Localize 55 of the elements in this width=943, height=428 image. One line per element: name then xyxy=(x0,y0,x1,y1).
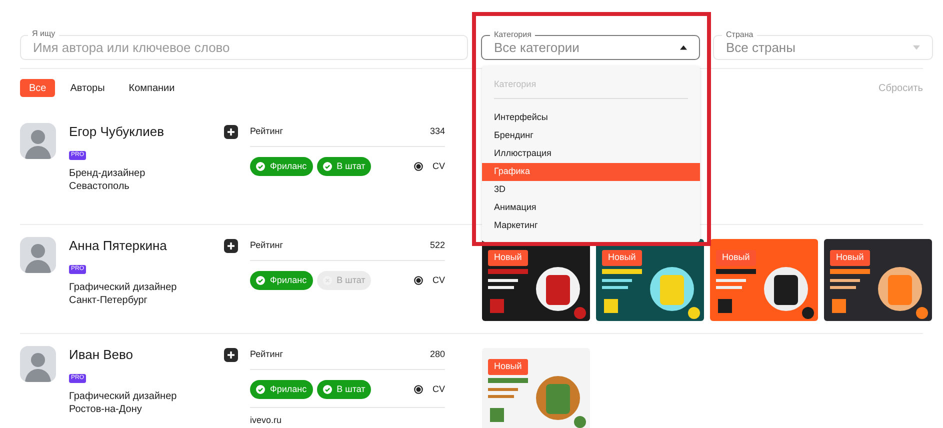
author-name[interactable]: Анна Пятеркина xyxy=(69,237,224,254)
field-label: Я ищу xyxy=(28,29,60,39)
author-city: Ростов-на-Дону xyxy=(69,403,143,416)
new-badge: Новый xyxy=(602,250,642,266)
cv-label[interactable]: CV xyxy=(432,160,445,174)
author-name[interactable]: Егор Чубуклиев xyxy=(69,123,224,140)
new-badge: Новый xyxy=(716,250,756,266)
cv-label[interactable]: CV xyxy=(432,382,445,396)
author-name[interactable]: Иван Вево xyxy=(69,346,224,363)
radio-icon[interactable] xyxy=(414,162,424,171)
category-option[interactable]: Маркетинг xyxy=(482,216,700,234)
category-option[interactable]: 3D xyxy=(482,180,700,198)
filter-tab[interactable]: Авторы xyxy=(61,79,114,97)
rating-label: Рейтинг xyxy=(250,239,284,252)
work-format-badge: Фриланс xyxy=(250,271,313,290)
plus-icon[interactable] xyxy=(224,348,238,362)
new-badge: Новый xyxy=(488,250,528,266)
caret-down-icon xyxy=(913,45,920,50)
work-format-badge: Фриланс xyxy=(250,380,313,399)
field-label: Категория xyxy=(490,30,536,40)
rating-value: 280 xyxy=(430,348,445,361)
rating-value: 334 xyxy=(430,125,445,138)
work-format-badge: В штат xyxy=(316,271,372,290)
website-link[interactable]: ivevo.ru xyxy=(250,415,445,426)
new-badge: Новый xyxy=(488,359,528,374)
author-role: Бренд-дизайнер xyxy=(69,167,146,180)
avatar xyxy=(20,346,56,382)
category-option[interactable]: Иллюстрация xyxy=(482,144,700,162)
avatar xyxy=(20,123,56,159)
rating-label: Рейтинг xyxy=(250,348,284,361)
category-option[interactable]: Интерфейсы xyxy=(482,108,700,126)
author-city: Санкт-Петербург xyxy=(69,294,148,307)
work-format-badge: Фриланс xyxy=(250,157,313,176)
radio-icon[interactable] xyxy=(414,385,424,394)
select-value: Все страны xyxy=(726,39,796,56)
plus-icon[interactable] xyxy=(224,238,238,252)
author-city: Севастополь xyxy=(69,180,130,193)
field-label: Страна xyxy=(722,30,758,40)
rating-value: 522 xyxy=(430,239,445,252)
work-format-badge: В штат xyxy=(316,157,372,176)
new-badge: Новый xyxy=(830,250,870,266)
plus-icon[interactable] xyxy=(224,124,238,138)
cv-label[interactable]: CV xyxy=(432,274,445,288)
radio-icon[interactable] xyxy=(414,276,424,285)
author-role: Графический дизайнер xyxy=(69,390,178,403)
menu-header: Категория xyxy=(494,78,688,98)
avatar xyxy=(20,237,56,273)
category-option[interactable]: Брендинг xyxy=(482,126,700,144)
category-option[interactable]: Анимация xyxy=(482,198,700,216)
filter-tab[interactable]: Компании xyxy=(120,79,184,97)
select-value: Все категории xyxy=(494,39,580,56)
caret-up-icon xyxy=(680,45,687,50)
work-format-badge: В штат xyxy=(316,380,372,399)
rating-label: Рейтинг xyxy=(250,125,284,138)
author-role: Графический дизайнер xyxy=(69,281,178,294)
